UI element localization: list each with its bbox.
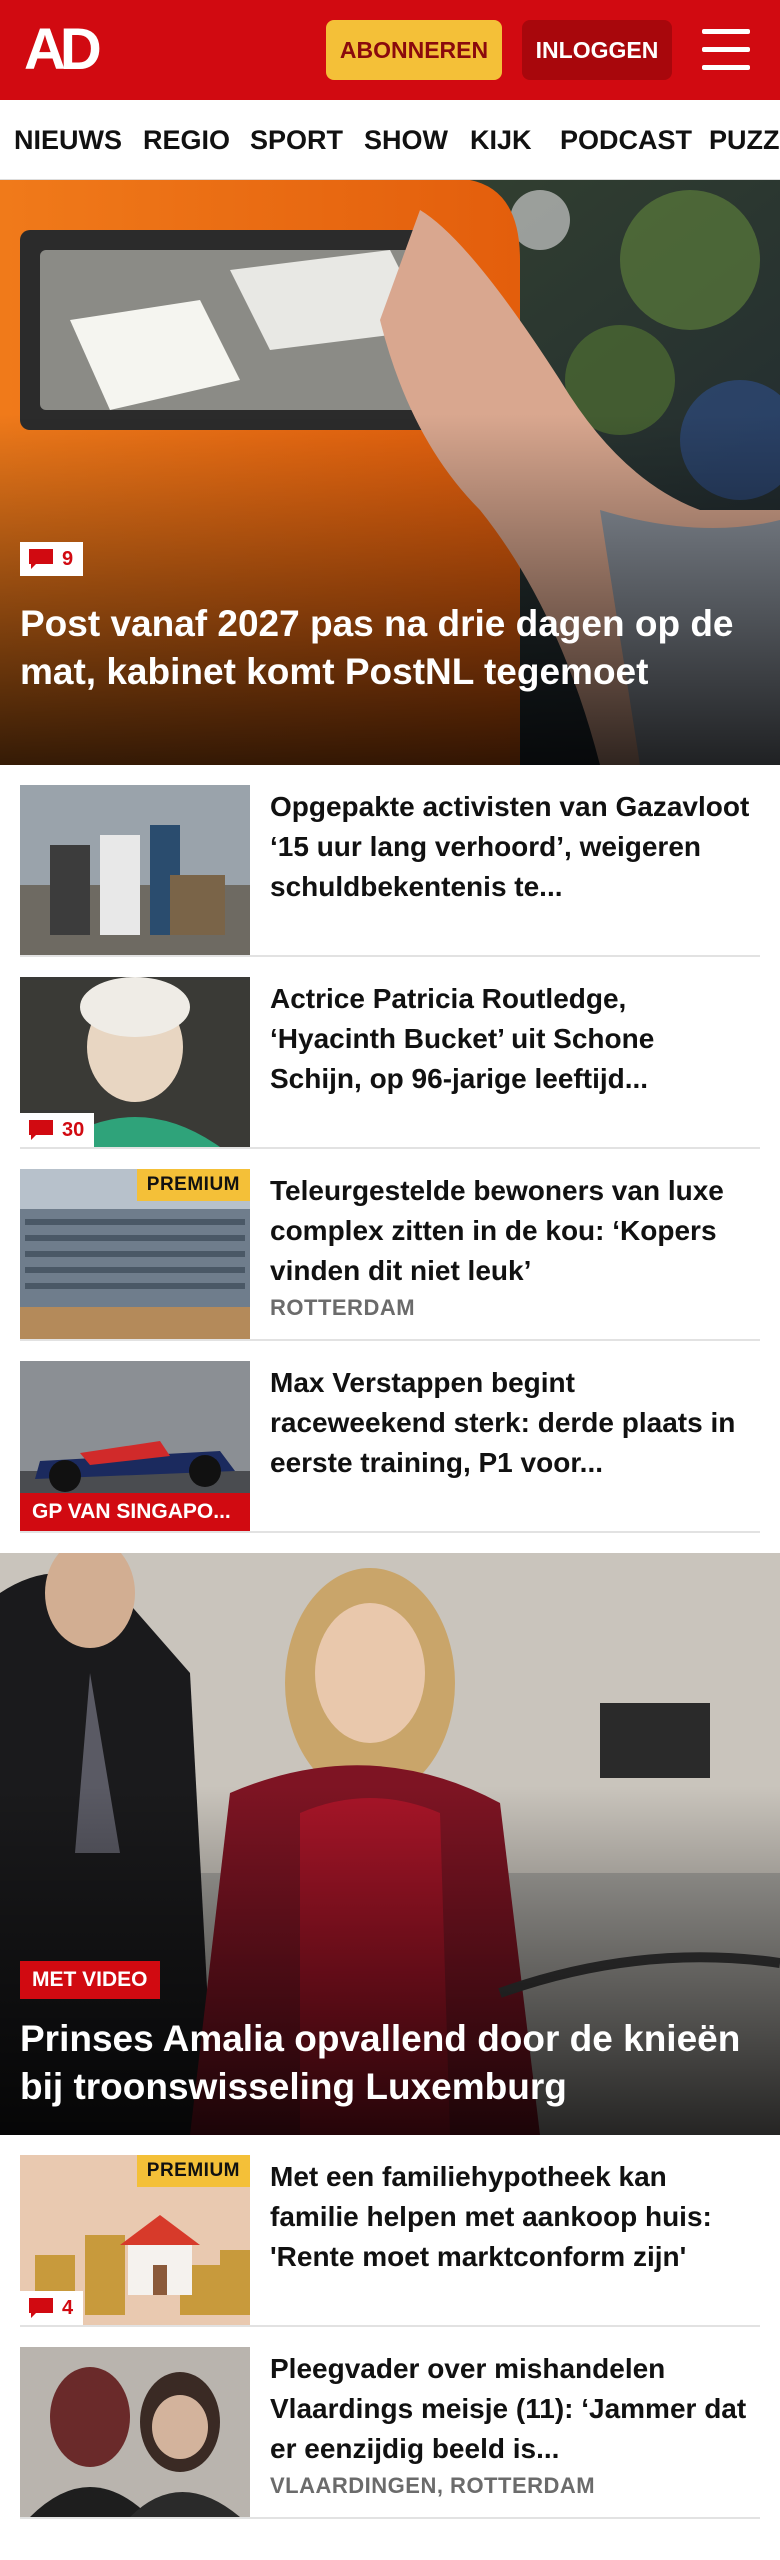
article-headline[interactable]: Teleurgestelde bewoners van luxe complex… — [270, 1171, 750, 1291]
video-label[interactable]: MET VIDEO — [20, 1961, 160, 1999]
article-thumbnail: PREMIUM 4 — [20, 2155, 250, 2325]
hero-article-postnl[interactable]: 9 Post vanaf 2027 pas na drie dagen op d… — [0, 180, 780, 765]
comment-count-badge[interactable]: 4 — [20, 2291, 84, 2325]
site-header: AD ABONNEREN INLOGGEN — [0, 0, 780, 100]
article-thumbnail — [20, 2347, 250, 2517]
ad-logo[interactable]: AD — [24, 21, 116, 79]
login-button[interactable]: INLOGGEN — [522, 20, 672, 80]
comment-icon — [29, 1120, 53, 1140]
comment-count: 30 — [62, 1118, 85, 1141]
comment-icon — [29, 549, 53, 569]
article-item[interactable]: PREMIUM 4 Met een familiehypotheek kan f… — [20, 2155, 760, 2327]
nav-item-kijk[interactable]: KIJK — [470, 100, 532, 179]
article-headline[interactable]: Max Verstappen begint raceweekend sterk:… — [270, 1363, 750, 1483]
article-location[interactable]: ROTTERDAM — [270, 1295, 415, 1321]
comment-count-badge[interactable]: 30 — [20, 1113, 95, 1147]
article-thumbnail: 30 — [20, 977, 250, 1147]
premium-badge: PREMIUM — [136, 1169, 250, 1201]
nav-item-puzzel[interactable]: PUZZ — [709, 100, 780, 179]
subscribe-button[interactable]: ABONNEREN — [326, 20, 502, 80]
article-item[interactable]: Opgepakte activisten van Gazavloot ‘15 u… — [20, 785, 760, 957]
article-headline[interactable]: Met een familiehypotheek kan familie hel… — [270, 2157, 750, 2277]
article-thumbnail: GP VAN SINGAPO... — [20, 1361, 250, 1531]
category-label[interactable]: GP VAN SINGAPO... — [20, 1493, 250, 1531]
comment-count: 9 — [62, 547, 74, 570]
premium-badge: PREMIUM — [136, 2155, 250, 2187]
hero-article-amalia[interactable]: MET VIDEO Prinses Amalia opvallend door … — [0, 1553, 780, 2135]
nav-item-nieuws[interactable]: NIEUWS — [14, 100, 122, 179]
article-headline[interactable]: Pleegvader over mishandelen Vlaardings m… — [270, 2349, 750, 2469]
comment-count-badge[interactable]: 9 — [20, 542, 84, 576]
article-item[interactable]: Pleegvader over mishandelen Vlaardings m… — [20, 2347, 760, 2519]
article-headline[interactable]: Opgepakte activisten van Gazavloot ‘15 u… — [270, 787, 750, 907]
article-item[interactable]: PREMIUM Teleurgestelde bewoners van luxe… — [20, 1169, 760, 1341]
article-item[interactable]: 30 Actrice Patricia Routledge, ‘Hyacinth… — [20, 977, 760, 1149]
comment-count: 4 — [62, 2296, 74, 2319]
article-thumbnail — [20, 785, 250, 955]
hero-headline[interactable]: Post vanaf 2027 pas na drie dagen op de … — [20, 600, 760, 696]
nav-item-podcast[interactable]: PODCAST — [560, 100, 692, 179]
article-location[interactable]: VLAARDINGEN, ROTTERDAM — [270, 2473, 595, 2499]
nav-item-sport[interactable]: SPORT — [250, 100, 343, 179]
nav-item-show[interactable]: SHOW — [364, 100, 448, 179]
hamburger-menu-icon[interactable] — [700, 25, 752, 75]
section-nav: NIEUWS REGIO SPORT SHOW KIJK PODCAST PUZ… — [0, 100, 780, 180]
article-thumbnail: PREMIUM — [20, 1169, 250, 1339]
hero-headline[interactable]: Prinses Amalia opvallend door de knieën … — [20, 2015, 760, 2111]
article-headline[interactable]: Actrice Patricia Routledge, ‘Hyacinth Bu… — [270, 979, 750, 1099]
nav-item-regio[interactable]: REGIO — [143, 100, 230, 179]
article-item[interactable]: GP VAN SINGAPO... Max Verstappen begint … — [20, 1361, 760, 1533]
comment-icon — [29, 2298, 53, 2318]
